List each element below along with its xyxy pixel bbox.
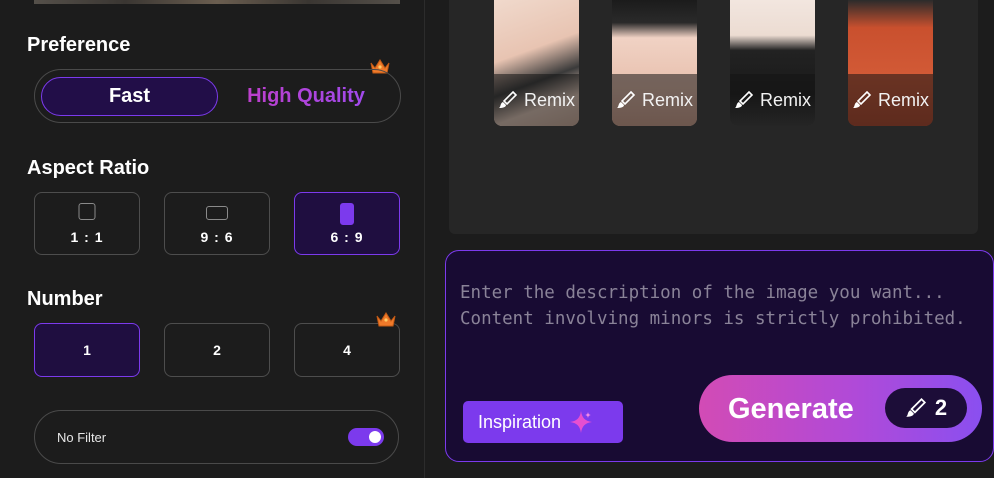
preference-toggle-group: Fast High Quality	[34, 69, 401, 123]
preference-fast-button[interactable]: Fast	[41, 77, 218, 116]
preference-high-quality-button[interactable]: High Quality	[231, 77, 381, 116]
example-gallery: Remix Remix Remix Remix	[449, 0, 978, 234]
remix-label: Remix	[524, 89, 576, 110]
example-card[interactable]: Remix	[612, 0, 697, 126]
example-card[interactable]: Remix	[730, 0, 815, 126]
number-2-button[interactable]: 2	[164, 323, 270, 377]
remix-label: Remix	[642, 89, 694, 110]
generate-label: Generate	[728, 393, 854, 425]
inspiration-button[interactable]: Inspiration	[463, 401, 623, 443]
brush-icon	[735, 90, 754, 108]
remix-button[interactable]: Remix	[612, 74, 697, 126]
preference-title: Preference	[27, 34, 131, 56]
remix-label: Remix	[878, 89, 930, 110]
aspect-ratio-9-6-button[interactable]: 9 : 6	[164, 192, 270, 255]
remix-label: Remix	[760, 89, 812, 110]
generate-button[interactable]: Generate 2	[699, 375, 982, 442]
aspect-ratio-title: Aspect Ratio	[27, 157, 150, 179]
brush-icon	[905, 397, 926, 417]
brush-icon	[499, 90, 518, 108]
credit-cost-value: 2	[934, 395, 948, 420]
number-1-button[interactable]: 1	[34, 323, 140, 377]
credit-cost-badge: 2	[885, 388, 967, 428]
toggle-knob	[369, 431, 381, 443]
remix-button[interactable]: Remix	[730, 74, 815, 126]
no-filter-label: No Filter	[57, 430, 107, 445]
square-ratio-icon	[78, 203, 96, 220]
brush-icon	[617, 90, 636, 108]
sparkle-icon	[570, 411, 593, 433]
number-4-button[interactable]: 4	[294, 323, 400, 377]
number-title: Number	[27, 288, 103, 310]
filter-row: No Filter	[34, 410, 399, 464]
remix-button[interactable]: Remix	[848, 74, 933, 126]
remix-button[interactable]: Remix	[494, 74, 579, 126]
aspect-ratio-label: 6 : 9	[330, 229, 364, 245]
prompt-placeholder: Enter the description of the image you w…	[460, 283, 966, 329]
portrait-ratio-icon	[340, 203, 354, 225]
aspect-ratio-label: 1 : 1	[70, 229, 104, 245]
brush-icon	[853, 90, 872, 108]
settings-panel: Preference Fast High Quality Aspect Rati…	[0, 0, 425, 478]
example-card[interactable]: Remix	[494, 0, 579, 126]
example-card[interactable]: Remix	[848, 0, 933, 126]
previous-image-strip	[34, 0, 400, 4]
no-filter-toggle[interactable]	[348, 428, 384, 446]
aspect-ratio-6-9-button[interactable]: 6 : 9	[294, 192, 400, 255]
landscape-ratio-icon	[206, 206, 228, 220]
premium-crown-icon	[376, 312, 396, 327]
aspect-ratio-1-1-button[interactable]: 1 : 1	[34, 192, 140, 255]
aspect-ratio-label: 9 : 6	[200, 229, 234, 245]
prompt-textarea[interactable]: Enter the description of the image you w…	[445, 250, 994, 462]
inspiration-label: Inspiration	[478, 411, 562, 432]
